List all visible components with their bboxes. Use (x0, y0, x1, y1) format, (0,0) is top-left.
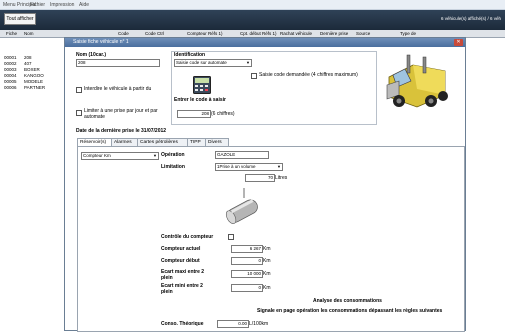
entrer-code-label: Entrer le code à saisir (174, 97, 226, 103)
col-type[interactable]: Type de (400, 31, 416, 36)
conso-unit: L/100km (249, 321, 269, 327)
list-item[interactable]: 00006 PARTNER (0, 85, 64, 91)
vehicle-dialog: Saisie fiche véhicule n° 1 ✕ Nom (10car.… (64, 37, 466, 332)
col-nom[interactable]: Nom (24, 31, 34, 36)
ecart-mini-input[interactable]: 0 (231, 284, 263, 292)
dialog-title: Saisie fiche véhicule n° 1 (73, 39, 129, 45)
tab-tipp[interactable]: TIPP (187, 138, 207, 146)
compteur-actuel-input[interactable]: 6 267 (231, 245, 263, 253)
col-fiche[interactable]: Fiche (6, 31, 17, 36)
compteur-debut-unit: Km (263, 258, 271, 264)
compteur-type-value: Compteur Km (83, 153, 111, 158)
col-rachat[interactable]: Rachat véhicule (280, 31, 312, 36)
fiche-cell: 00004 (4, 73, 17, 78)
chevron-down-icon: ▼ (277, 164, 281, 169)
nom-cell: 208 (24, 55, 32, 60)
nom-input[interactable]: 208 (76, 59, 160, 67)
compteur-debut-label: Compteur début (161, 258, 200, 264)
menu-impression[interactable]: Impression (50, 2, 74, 8)
limitation-select[interactable]: 1Prise à un volume ▼ (215, 163, 283, 171)
nom-cell: 407 (24, 61, 32, 66)
toolbar: Tout afficher 6 véhicule(s) affiché(s) /… (0, 10, 505, 30)
chevron-down-icon: ▼ (246, 60, 250, 65)
identification-value: Saisie code sur automate (176, 60, 227, 65)
col-code[interactable]: Code (118, 31, 129, 36)
volume-input[interactable]: 70 (245, 174, 275, 182)
operation-label: Opération (161, 152, 185, 158)
fiche-cell: 00002 (4, 61, 17, 66)
fiche-cell: 00005 (4, 79, 17, 84)
conso-label: Conso. Théorique (161, 321, 204, 327)
col-derniere-prise[interactable]: Dernière prise (320, 31, 348, 36)
fiche-cell: 00001 (4, 55, 17, 60)
analyse-label: Analyse des consommations (313, 298, 382, 304)
compteur-type-select[interactable]: Compteur Km ▼ (81, 152, 159, 160)
nom-cell: MODELE (24, 79, 44, 84)
vehicle-count: 6 véhicule(s) affiché(s) / 6 véh (441, 16, 501, 21)
volume-unit: Litres (275, 175, 288, 181)
compteur-debut-input[interactable]: 0 (231, 257, 263, 265)
identification-label: Identification (174, 52, 206, 58)
code-input[interactable]: 208 (177, 110, 211, 118)
compteur-actuel-unit: Km (263, 246, 271, 252)
truck-icon (386, 54, 448, 108)
menu-fichier[interactable]: Fichier (30, 2, 45, 8)
vehicle-list: 00001 208 00002 407 00003 BOXER 00004 KA… (0, 38, 65, 329)
dialog-titlebar[interactable]: Saisie fiche véhicule n° 1 ✕ (65, 38, 465, 47)
col-code-ctrl[interactable]: Code Ctrl (145, 31, 164, 36)
nom-label: Nom (10car.) (76, 52, 107, 58)
controle-checkbox[interactable] (228, 234, 234, 240)
conso-input[interactable]: 0.00 (217, 320, 249, 328)
ecart-mini-unit: Km (263, 285, 271, 291)
ecart-maxi-unit: Km (263, 271, 271, 277)
ecart-maxi-label-2: plein (161, 275, 173, 281)
nom-cell: BOXER (24, 67, 40, 72)
limiter-label-2: automate (84, 114, 105, 120)
nom-cell: KANGOO (24, 73, 44, 78)
fiche-cell: 00006 (4, 85, 17, 90)
signale-label: Signale en page opération les consommati… (257, 308, 443, 314)
tab-cartes[interactable]: Cartes pétrolières (137, 138, 189, 146)
limitation-value: 1Prise à un volume (217, 164, 256, 169)
limitation-label: Limitation (161, 164, 185, 170)
ecart-mini-label-2: plein (161, 289, 173, 295)
controle-label: Contrôle du compteur (161, 234, 214, 240)
derniere-prise-label: Date de la dernière prise le 31/07/2012 (76, 128, 167, 134)
code-demande-label: Saisie code demandée (4 chiffres maximum… (259, 72, 358, 78)
col-source[interactable]: Source (356, 31, 370, 36)
fuel-tank-icon (225, 188, 258, 224)
identification-select[interactable]: Saisie code sur automate ▼ (174, 59, 252, 67)
close-button[interactable]: ✕ (454, 39, 463, 46)
menu-bar: Menu Principal Fichier Impression Aide (0, 0, 505, 10)
code-demande-checkbox[interactable] (251, 73, 257, 79)
tab-alarmes[interactable]: Alarmes (111, 138, 139, 146)
limiter-checkbox[interactable] (76, 110, 82, 116)
col-cpt-debut[interactable]: Cpt. début Réfs 1) (240, 31, 277, 36)
interdire-checkbox[interactable] (76, 87, 82, 93)
col-compteur[interactable]: Compteur Réfs 1) (187, 31, 223, 36)
fiche-cell: 00003 (4, 67, 17, 72)
chevron-down-icon: ▼ (153, 153, 157, 158)
ecart-maxi-input[interactable]: 10 000 (231, 270, 263, 278)
operation-input[interactable]: GAZOLE (215, 151, 269, 159)
keypad-icon (193, 76, 211, 94)
interdire-label: Interdire le véhicule à partir du (84, 86, 152, 92)
tout-afficher-button[interactable]: Tout afficher (4, 13, 36, 25)
compteur-actuel-label: Compteur actuel (161, 246, 201, 252)
code-hint: (6 chiffres) (211, 111, 235, 117)
menu-aide[interactable]: Aide (79, 2, 89, 8)
tab-divers[interactable]: Divers (205, 138, 229, 146)
list-background (464, 38, 505, 329)
nom-cell: PARTNER (24, 85, 46, 90)
